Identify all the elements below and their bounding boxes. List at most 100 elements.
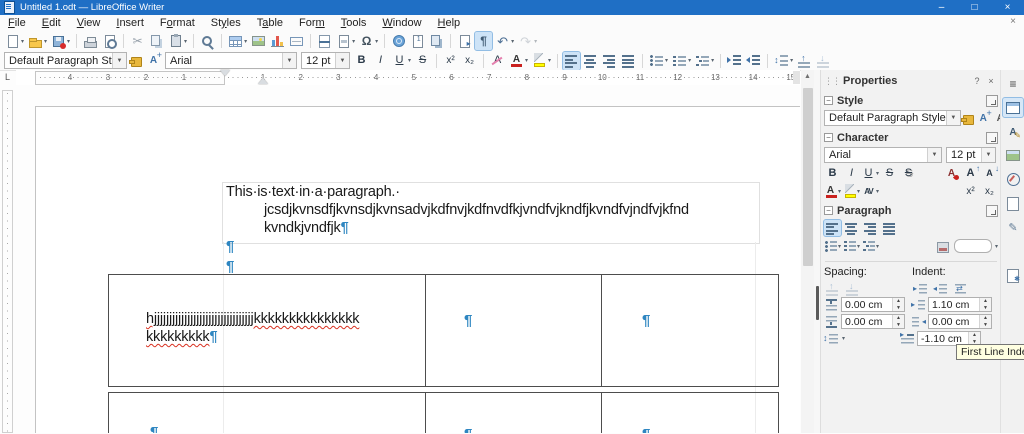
hyperlink-button[interactable] (390, 32, 407, 50)
insert-bookmark-button[interactable] (428, 32, 445, 50)
font-color-button[interactable]: ▾ (508, 52, 529, 70)
insert-textbox-button[interactable] (288, 32, 305, 50)
align-center-button[interactable] (582, 52, 599, 70)
line-spacing-button[interactable]: ▾ (773, 52, 794, 70)
new-style-button[interactable] (976, 108, 992, 126)
undo-button[interactable]: ▾ (494, 32, 515, 50)
sidebar-align-center-button[interactable] (843, 220, 860, 236)
decrease-indent-button[interactable] (745, 52, 762, 70)
menu-tools[interactable]: Tools (333, 15, 375, 31)
collapse-icon[interactable]: − (824, 206, 833, 215)
collapse-icon[interactable]: − (824, 133, 833, 142)
sidebar-help-button[interactable]: ? (970, 76, 984, 86)
menu-styles[interactable]: Styles (203, 15, 249, 31)
insert-field-dropdown-arrow[interactable]: ▾ (352, 38, 355, 45)
style-dialog-launcher-icon[interactable] (986, 94, 998, 107)
superscript-button[interactable] (442, 52, 459, 70)
outline-list-button[interactable]: ▾ (694, 52, 715, 70)
menu-window[interactable]: Window (374, 15, 429, 31)
insert-footnote-button[interactable] (409, 32, 426, 50)
menu-table[interactable]: Table (249, 15, 291, 31)
numbering-dropdown-arrow[interactable]: ▾ (688, 57, 691, 64)
chevron-down-icon[interactable]: ▾ (995, 243, 998, 250)
minimize-button[interactable]: – (925, 0, 958, 15)
cut-button[interactable] (129, 32, 146, 50)
update-style-button[interactable] (129, 52, 143, 70)
sidebar-numbering-button[interactable]: ▾ (843, 238, 860, 254)
align-justify-button[interactable] (620, 52, 637, 70)
insert-field-button[interactable]: ▾ (335, 32, 356, 50)
sidebar-strikethrough-button[interactable] (881, 165, 898, 181)
chevron-down-icon[interactable]: ▼ (112, 53, 126, 68)
new-dropdown-arrow[interactable]: ▾ (21, 38, 24, 45)
line-spacing-icon[interactable] (823, 331, 839, 346)
vertical-ruler[interactable] (2, 90, 13, 434)
insert-table-dropdown-arrow[interactable]: ▾ (244, 38, 247, 45)
sidebar-align-left-button[interactable] (823, 219, 842, 237)
cross-reference-button[interactable] (456, 32, 473, 50)
increase-indent-button[interactable] (726, 52, 743, 70)
chevron-down-icon[interactable]: ▼ (335, 53, 349, 68)
bold-button[interactable] (353, 52, 370, 70)
paragraph-background-color-button[interactable] (935, 238, 952, 254)
character-highlighting-button[interactable] (943, 165, 960, 181)
character-spacing-button[interactable]: ▾ (862, 183, 879, 199)
highlight-color-dropdown-arrow[interactable]: ▾ (548, 57, 551, 64)
highlight-color-button[interactable]: ▾ (531, 52, 552, 70)
collapse-icon[interactable]: − (824, 96, 833, 105)
scroll-up-icon[interactable]: ▲ (801, 70, 814, 83)
maximize-button[interactable]: □ (958, 0, 991, 15)
indent-before-field[interactable]: 1.10 cm ▲ ▼ (928, 297, 992, 312)
first-line-indent-marker[interactable] (220, 70, 230, 76)
menu-edit[interactable]: Edit (34, 15, 69, 31)
bullets-dropdown-arrow[interactable]: ▾ (665, 57, 668, 64)
menu-help[interactable]: Help (430, 15, 469, 31)
menu-insert[interactable]: Insert (108, 15, 152, 31)
chevron-down-icon[interactable]: ▼ (927, 148, 941, 162)
italic-button[interactable] (372, 52, 389, 70)
font-color-dropdown-arrow[interactable]: ▾ (525, 57, 528, 64)
menu-view[interactable]: View (69, 15, 109, 31)
document-page[interactable]: This·is·text·in·a·paragraph.· jcsdjkvnsd… (35, 106, 800, 433)
paragraph-style-combo[interactable]: Default Paragraph Style ▼ (4, 52, 127, 69)
tabstop-selector-icon[interactable]: L (2, 72, 13, 83)
sidebar-font-size-combo[interactable]: 12 pt ▼ (946, 147, 996, 163)
new-button[interactable]: ▾ (4, 32, 25, 50)
sidebar-subscript-button[interactable] (981, 183, 998, 199)
chevron-down-icon[interactable]: ▾ (842, 335, 845, 342)
open-button[interactable]: ▾ (27, 32, 48, 50)
sidebar-paragraph-style-combo[interactable]: Default Paragraph Style ▼ (824, 110, 961, 126)
font-name-combo[interactable]: Arial ▼ (165, 52, 297, 69)
redo-dropdown-arrow[interactable]: ▾ (534, 38, 537, 45)
chevron-down-icon[interactable]: ▼ (945, 111, 960, 125)
left-indent-marker[interactable] (258, 78, 268, 84)
menu-format[interactable]: Format (152, 15, 203, 31)
font-size-combo[interactable]: 12 pt ▼ (301, 52, 350, 69)
sidebar-outline-button[interactable]: ▾ (862, 238, 879, 254)
sidebar-bullets-button[interactable]: ▾ (824, 238, 841, 254)
para-spacing-increase-button[interactable] (796, 51, 813, 70)
spacing-below-field[interactable]: 0.00 cm ▲ ▼ (841, 314, 905, 329)
sidebar-font-name-combo[interactable]: Arial ▼ (824, 147, 942, 163)
close-document-icon[interactable]: × (1010, 16, 1016, 27)
character-dialog-launcher-icon[interactable] (986, 131, 998, 144)
document-workspace[interactable]: This·is·text·in·a·paragraph.· jcsdjkvnsd… (16, 85, 800, 433)
align-right-button[interactable] (601, 52, 618, 70)
sidebar-align-justify-button[interactable] (881, 220, 898, 236)
align-left-button[interactable] (562, 50, 582, 71)
sidebar-tab-navigator[interactable] (1003, 170, 1023, 189)
sidebar-align-right-button[interactable] (862, 220, 879, 236)
print-button[interactable] (82, 32, 99, 50)
spacing-above-field[interactable]: 0.00 cm ▲ ▼ (841, 297, 905, 312)
scrollbar-thumb[interactable] (802, 88, 813, 266)
copy-button[interactable] (148, 32, 165, 50)
insert-table-button[interactable]: ▾ (227, 32, 248, 50)
print-preview-button[interactable] (101, 32, 118, 50)
sidebar-tab-style-inspector[interactable] (1003, 218, 1023, 237)
menu-file[interactable]: File (0, 15, 34, 31)
sidebar-tab-menu[interactable] (1003, 74, 1023, 93)
background-color-swatch[interactable] (953, 239, 992, 253)
formatting-marks-button[interactable] (474, 31, 494, 51)
indent-after-field[interactable]: 0.00 cm ▲ ▼ (928, 314, 992, 329)
numbering-button[interactable]: ▾ (671, 52, 692, 70)
